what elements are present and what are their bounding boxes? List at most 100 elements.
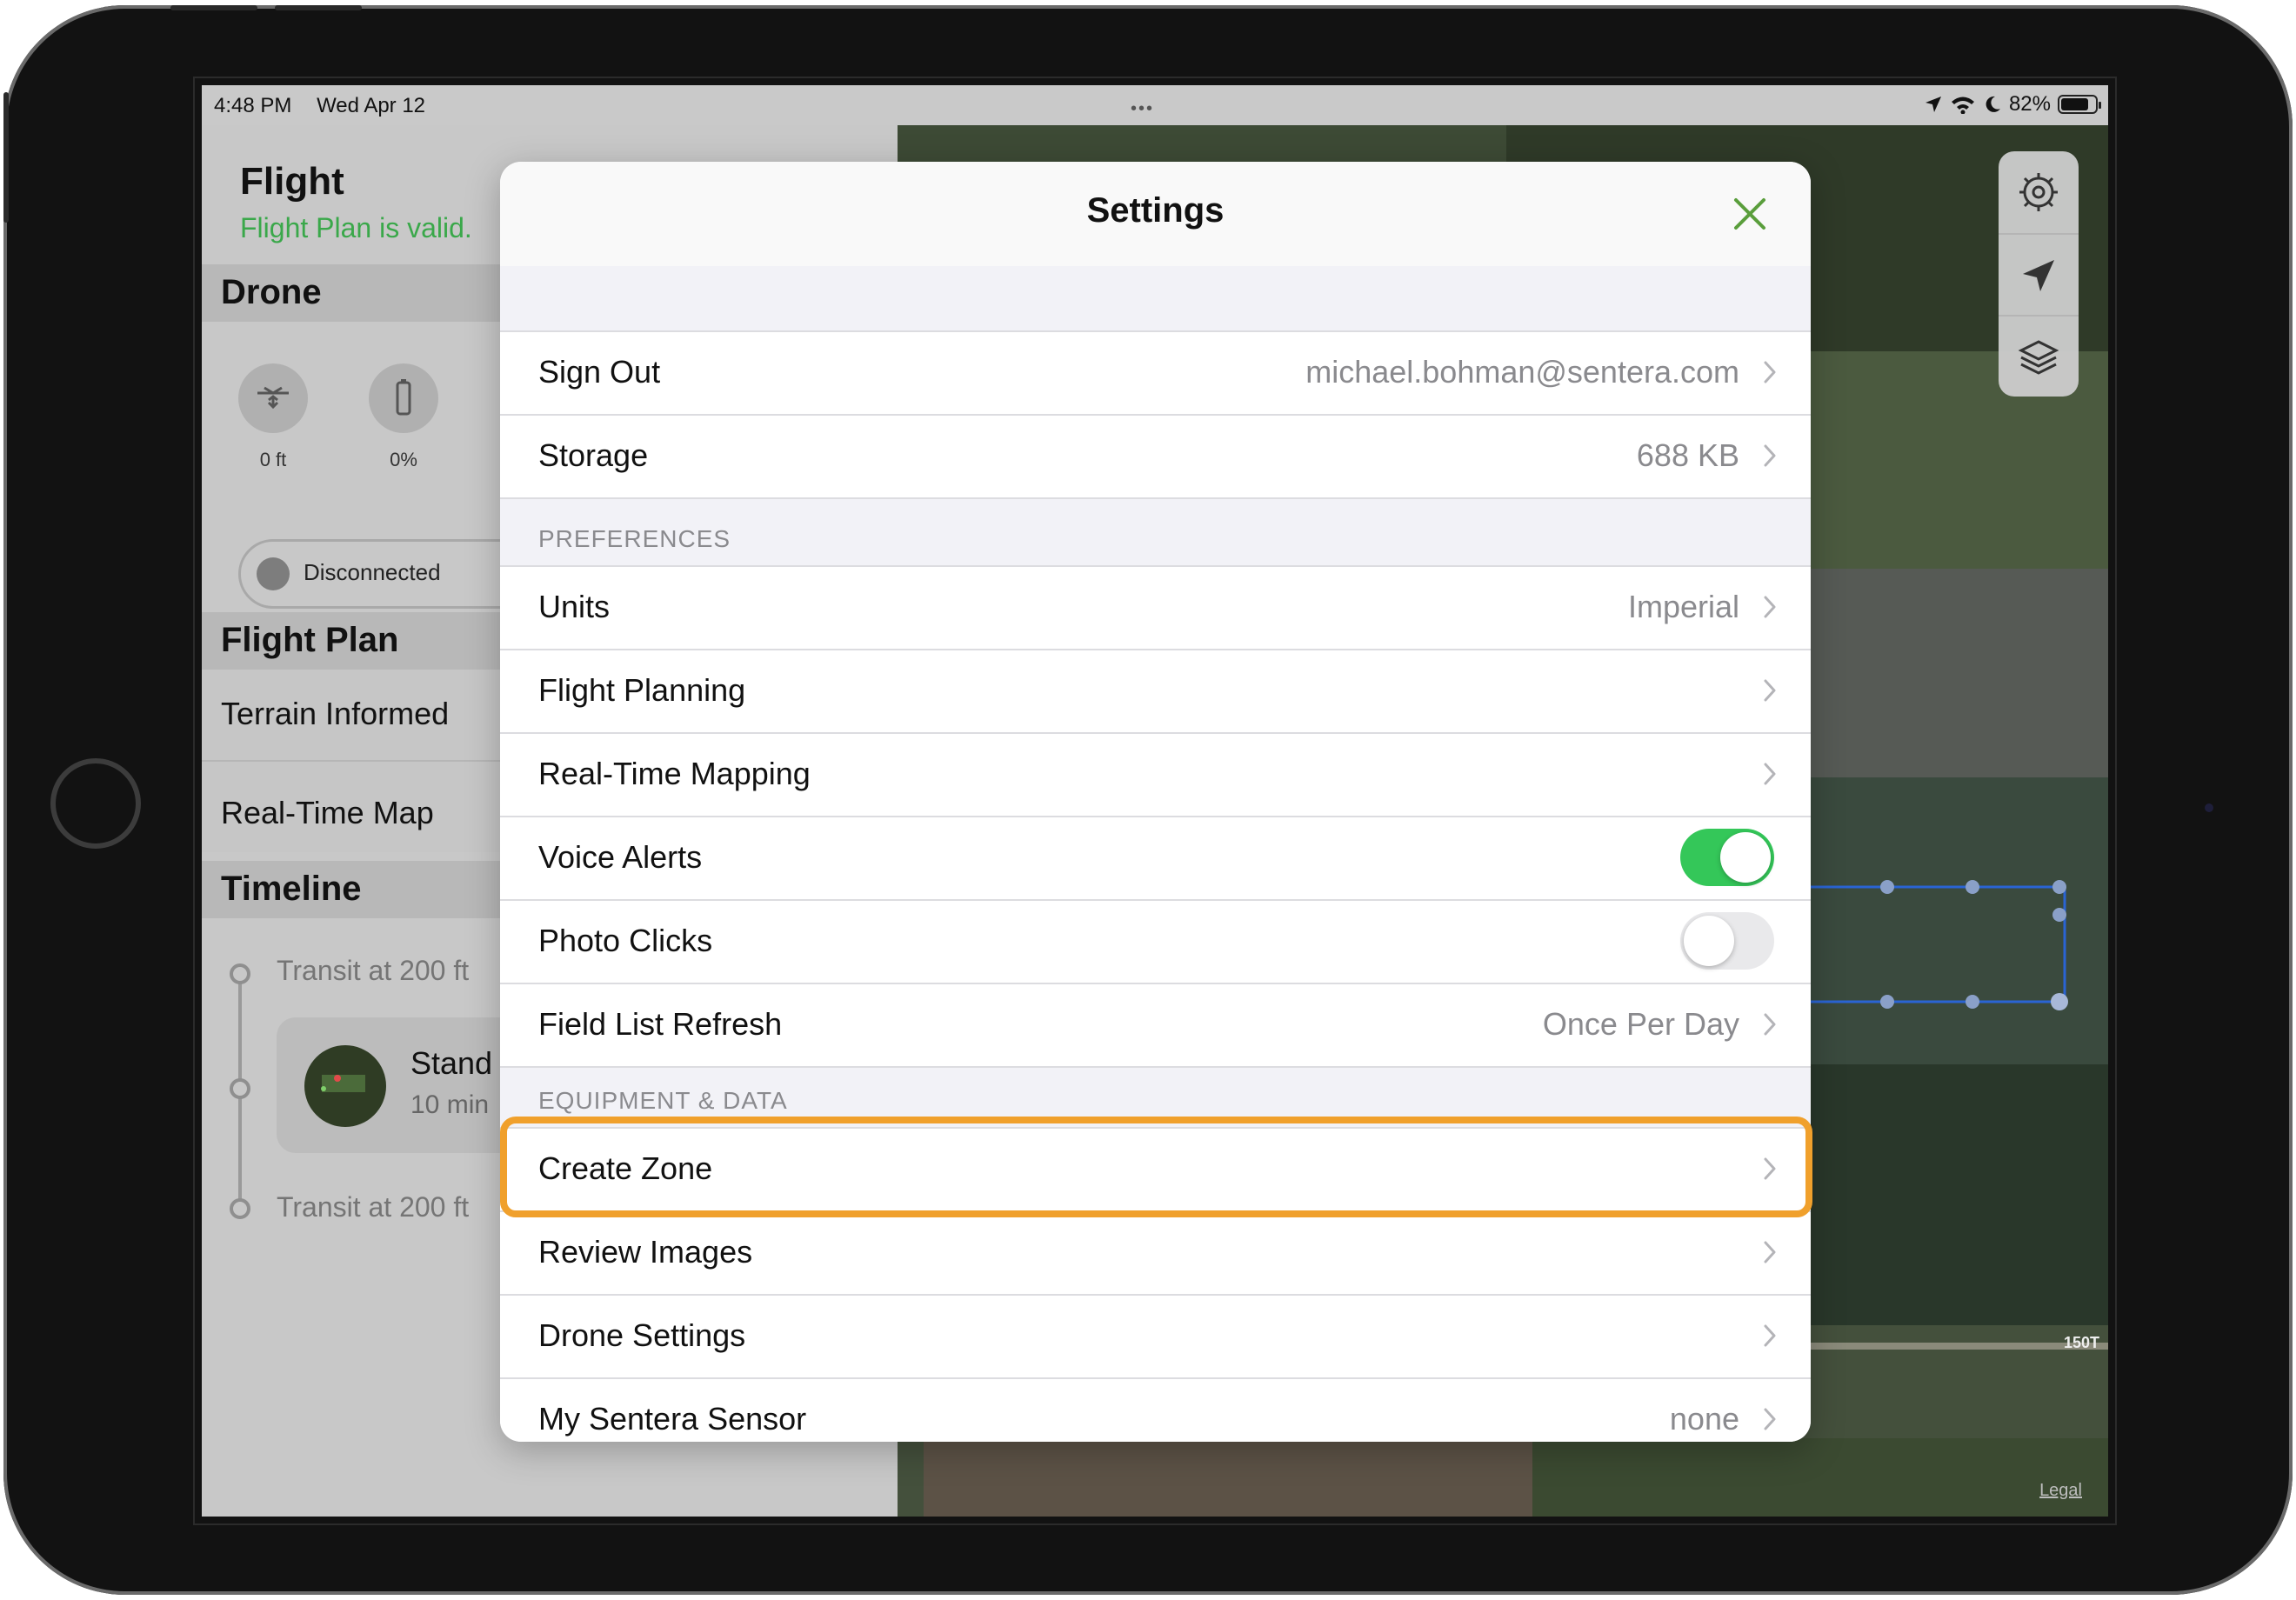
timeline-transit-label: Transit at 200 ft (277, 955, 470, 986)
map-field (1785, 569, 2108, 777)
settings-row-real-time-mapping[interactable]: Real-Time Mapping (500, 734, 1811, 817)
timeline-card-title: Stand (410, 1045, 493, 1081)
row-value: michael.bohman@sentera.com (1305, 354, 1739, 390)
settings-row-photo-clicks[interactable]: Photo Clicks (500, 901, 1811, 984)
connection-label: Disconnected (304, 559, 441, 585)
battery-value: 0% (390, 449, 417, 470)
equipment-header: EQUIPMENT & DATA (538, 1087, 788, 1114)
connection-indicator (257, 557, 290, 590)
chevron-right-icon (1764, 679, 1776, 702)
layers-icon (2018, 340, 2059, 375)
settings-row-field-list-refresh[interactable]: Field List Refresh Once Per Day (500, 984, 1811, 1066)
close-icon[interactable] (1731, 195, 1769, 233)
chevron-right-icon (1764, 1013, 1776, 1036)
row-label: Photo Clicks (538, 923, 713, 958)
drone-altitude-icon (257, 386, 289, 410)
altitude-value: 0 ft (259, 449, 287, 470)
battery-stat (369, 363, 438, 433)
timeline-transit-label: Transit at 200 ft (277, 1191, 470, 1223)
row-value: Once Per Day (1542, 1006, 1739, 1042)
row-label: Sign Out (538, 354, 661, 390)
row-label: Drone Settings (538, 1317, 746, 1353)
equipment-group: Create Zone Review Images Drone Settings My… (500, 1127, 1811, 1442)
settings-modal: Settings Sign Out michael.bohman@sentera.… (500, 162, 1811, 1442)
preferences-header: PREFERENCES (538, 525, 731, 552)
section-title: Drone (221, 273, 322, 311)
chevron-right-icon (1764, 1157, 1776, 1180)
chevron-right-icon (1764, 1408, 1776, 1430)
map-field (1532, 1438, 2108, 1517)
timeline-node (230, 963, 250, 984)
row-label: Review Images (538, 1234, 753, 1270)
preferences-group: Units Imperial Flight Planning Real-Time Ma… (500, 565, 1811, 1068)
map-layers-button[interactable] (1999, 315, 2079, 398)
map-road (1785, 1343, 2108, 1350)
row-label: Units (538, 589, 611, 624)
settings-gear-icon (2019, 173, 2058, 211)
chevron-right-icon (1764, 763, 1776, 785)
camera-icon (2205, 803, 2213, 812)
modal-title: Settings (1086, 191, 1225, 230)
settings-row-drone-settings[interactable]: Drone Settings (500, 1296, 1811, 1379)
flight-plan-item-label: Terrain Informed (221, 696, 450, 731)
settings-row-storage[interactable]: Storage 688 KB (500, 416, 1811, 497)
location-arrow-icon (2023, 260, 2054, 291)
row-label: Voice Alerts (538, 839, 703, 875)
row-value: Imperial (1627, 589, 1739, 624)
side-button (3, 92, 9, 223)
map-toolbar (1999, 151, 2079, 397)
section-title: Flight Plan (221, 621, 399, 659)
row-label: Field List Refresh (538, 1006, 783, 1042)
settings-row-sign-out[interactable]: Sign Out michael.bohman@sentera.com (500, 332, 1811, 416)
flight-plan-status: Flight Plan is valid. (240, 212, 472, 243)
location-icon (1925, 97, 1941, 112)
status-time: 4:48 PM (214, 94, 292, 117)
battery-percent: 82% (2008, 92, 2051, 116)
battery-icon (2058, 95, 2101, 114)
field-map-thumbnail-icon (321, 1075, 365, 1092)
settings-row-review-images[interactable]: Review Images (500, 1212, 1811, 1296)
map-field (1785, 1064, 2108, 1325)
row-value: 688 KB (1636, 437, 1739, 473)
chevron-right-icon (1764, 1324, 1776, 1347)
status-bar: 4:48 PM Wed Apr 12 ••• 82% (202, 85, 2108, 125)
row-label: Real-Time Mapping (538, 756, 811, 791)
settings-row-my-sentera-sensor[interactable]: My Sentera Sensor none (500, 1379, 1811, 1442)
wifi-icon (1951, 97, 1974, 114)
section-title: Timeline (221, 870, 362, 908)
timeline-node (230, 1198, 250, 1219)
timeline-card-duration: 10 min (410, 1090, 490, 1119)
chevron-right-icon (1764, 361, 1776, 383)
volume-button (275, 5, 362, 10)
voice-alerts-toggle[interactable] (1680, 829, 1774, 886)
battery-vertical-icon (396, 379, 411, 416)
row-label: Storage (538, 437, 649, 473)
modal-header: Settings (500, 162, 1811, 266)
settings-row-create-zone[interactable]: Create Zone (500, 1129, 1811, 1212)
chevron-right-icon (1764, 1241, 1776, 1263)
status-date: Wed Apr 12 (317, 94, 426, 117)
row-label: Create Zone (538, 1150, 713, 1186)
settings-row-units[interactable]: Units Imperial (500, 567, 1811, 650)
settings-button[interactable] (1999, 151, 2079, 233)
account-group: Sign Out michael.bohman@sentera.com Storag… (500, 330, 1811, 499)
multitasking-dots-icon[interactable]: ••• (1131, 99, 1154, 119)
field-thumbnail (304, 1045, 386, 1127)
chevron-right-icon (1764, 444, 1776, 467)
row-label: Flight Planning (538, 672, 746, 708)
timeline-node (230, 1078, 250, 1099)
page-title: Flight (240, 160, 344, 203)
home-indicator-ring (50, 758, 141, 849)
flight-plan-boundary[interactable] (1767, 873, 2080, 1012)
settings-row-voice-alerts[interactable]: Voice Alerts (500, 817, 1811, 901)
photo-clicks-toggle[interactable] (1680, 912, 1774, 970)
flight-plan-item-label: Real-Time Map (221, 795, 434, 830)
volume-button (170, 5, 257, 10)
road-label: 150T (2063, 1334, 2099, 1351)
chevron-right-icon (1764, 596, 1776, 618)
row-label: My Sentera Sensor (538, 1401, 807, 1437)
legal-link[interactable]: Legal (2039, 1481, 2082, 1501)
altitude-stat (238, 363, 308, 433)
settings-row-flight-planning[interactable]: Flight Planning (500, 650, 1811, 734)
current-location-button[interactable] (1999, 233, 2079, 317)
